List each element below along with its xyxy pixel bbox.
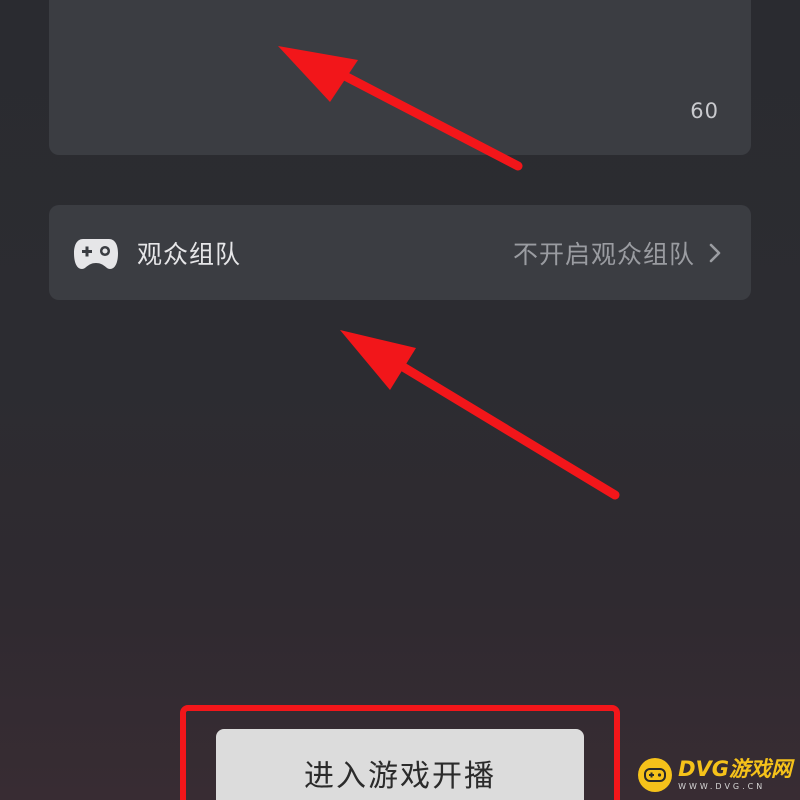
chevron-right-icon	[707, 242, 723, 264]
gamepad-icon	[73, 235, 119, 271]
char-count: 60	[690, 99, 719, 123]
audience-team-row[interactable]: 观众组队 不开启观众组队	[49, 205, 751, 300]
watermark-subtitle: WWW.DVG.CN	[678, 782, 766, 791]
description-textarea[interactable]: 60	[49, 0, 751, 155]
audience-team-value: 不开启观众组队	[512, 239, 695, 269]
arrow-to-team-row	[340, 330, 620, 500]
audience-team-label: 观众组队	[137, 239, 242, 269]
annotation-highlight-box	[180, 705, 620, 800]
gamepad-logo-icon	[638, 758, 673, 792]
watermark-logo: DVG游戏网 WWW.DVG.CN	[638, 758, 792, 792]
watermark-title: DVG游戏网	[678, 757, 792, 781]
